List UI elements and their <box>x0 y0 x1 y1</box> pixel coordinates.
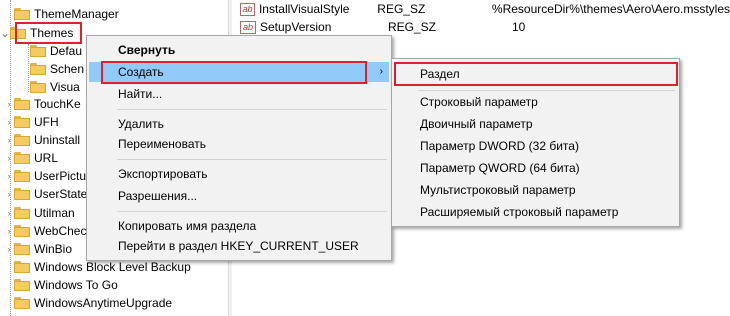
tree-node-label: UserState <box>34 187 88 201</box>
tree-node-utilman[interactable]: › Utilman <box>4 204 75 222</box>
tree-node-label: Defau <box>50 44 83 58</box>
menu-item-find[interactable]: Найти... <box>89 84 389 104</box>
folder-icon <box>14 279 30 291</box>
chevron-down-icon[interactable]: ⌄ <box>0 26 10 40</box>
tree-guide-line <box>28 44 29 92</box>
tree-node-webcheck[interactable]: › WebChec <box>4 222 87 240</box>
folder-icon <box>14 261 30 273</box>
tree-node-label: Uninstall <box>34 133 81 147</box>
chevron-right-icon[interactable]: › <box>4 189 14 199</box>
chevron-right-icon[interactable]: › <box>4 244 14 254</box>
menu-item-delete[interactable]: Удалить <box>89 114 389 134</box>
folder-icon <box>14 8 30 20</box>
string-value-icon: ab <box>240 2 255 16</box>
tree-node-winbio[interactable]: › WinBio <box>4 240 73 258</box>
tree-node-label: Schen <box>50 62 85 76</box>
chevron-right-icon[interactable]: › <box>4 135 14 145</box>
create-highlight-box <box>101 61 367 84</box>
folder-icon <box>14 98 30 110</box>
tree-node-thememanager[interactable]: ThemeManager <box>4 5 119 23</box>
tree-node-label: WinBio <box>34 242 73 256</box>
value-data: %ResourceDir%\themes\Aero\Aero.msstyles <box>491 2 730 16</box>
tree-node-label: Windows To Go <box>34 278 118 292</box>
value-row[interactable]: ab SetupVersion REG_SZ 10 <box>232 18 730 36</box>
menu-separator <box>117 109 387 110</box>
menu-item-goto-hkcu[interactable]: Перейти в раздел HKEY_CURRENT_USER <box>89 236 389 256</box>
chevron-right-icon[interactable]: › <box>4 117 14 127</box>
chevron-right-icon: › <box>379 66 383 77</box>
menu-item-copy-key-name[interactable]: Копировать имя раздела <box>89 216 389 236</box>
tree-node-label: UFH <box>34 115 59 129</box>
menu-item-permissions[interactable]: Разрешения... <box>89 186 389 206</box>
tree-node-label: URL <box>34 151 59 165</box>
tree-node-label: WebChec <box>34 224 87 238</box>
folder-icon <box>14 152 30 164</box>
tree-node-windowsanytimeupgrade[interactable]: WindowsAnytimeUpgrade <box>4 294 172 312</box>
folder-icon <box>14 188 30 200</box>
submenu-item-binary[interactable]: Двоичный параметр <box>394 114 677 134</box>
tree-node-touchkeyboard[interactable]: › TouchKe <box>4 95 81 113</box>
context-menu: Свернуть Создать › Найти... Удалить Пере… <box>86 35 392 261</box>
tree-node-default[interactable]: Defau <box>30 42 82 60</box>
tree-node-ufh[interactable]: › UFH <box>4 113 59 131</box>
tree-node-schemes[interactable]: Schen <box>30 60 84 78</box>
value-name: SetupVersion <box>260 20 332 34</box>
tree-node-visual[interactable]: Visua <box>30 78 80 96</box>
tree-node-url[interactable]: › URL <box>4 149 59 167</box>
string-value-icon: ab <box>240 20 256 34</box>
folder-icon <box>14 134 30 146</box>
tree-node-userpicture[interactable]: › UserPictu <box>4 167 87 185</box>
key-highlight-box <box>394 62 678 86</box>
folder-icon <box>30 45 46 57</box>
tree-node-label: UserPictu <box>34 169 87 183</box>
submenu-item-dword[interactable]: Параметр DWORD (32 бита) <box>394 136 677 156</box>
create-submenu: Раздел Строковый параметр Двоичный парам… <box>391 58 680 227</box>
menu-separator <box>117 159 387 160</box>
tree-node-uninstall[interactable]: › Uninstall <box>4 131 81 149</box>
folder-icon <box>14 225 30 237</box>
chevron-right-icon[interactable]: › <box>4 208 14 218</box>
folder-icon <box>14 207 30 219</box>
tree-node-label: Visua <box>50 80 80 94</box>
submenu-item-qword[interactable]: Параметр QWORD (64 бита) <box>394 158 677 178</box>
submenu-item-multi-string[interactable]: Мультистроковый параметр <box>394 180 677 200</box>
value-type: REG_SZ <box>388 20 437 34</box>
menu-item-collapse[interactable]: Свернуть <box>89 40 389 60</box>
value-type: REG_SZ <box>377 2 426 16</box>
tree-node-label: TouchKe <box>34 97 81 111</box>
tree-node-label: WindowsAnytimeUpgrade <box>34 296 173 310</box>
chevron-right-icon[interactable]: › <box>4 226 14 236</box>
menu-item-rename[interactable]: Переименовать <box>89 134 389 154</box>
chevron-right-icon[interactable]: › <box>4 153 14 163</box>
value-row[interactable]: ab InstallVisualStyle REG_SZ %ResourceDi… <box>232 0 730 18</box>
folder-icon <box>14 116 30 128</box>
folder-icon <box>30 63 46 75</box>
tree-node-windows-to-go[interactable]: Windows To Go <box>4 276 118 294</box>
menu-item-export[interactable]: Экспортировать <box>89 164 389 184</box>
tree-node-label: Utilman <box>34 206 75 220</box>
menu-separator <box>418 90 675 91</box>
folder-icon <box>14 297 30 309</box>
folder-icon <box>14 170 30 182</box>
menu-separator <box>117 211 387 212</box>
chevron-right-icon[interactable]: › <box>4 171 14 181</box>
folder-icon <box>30 81 46 93</box>
submenu-item-expandable-string[interactable]: Расширяемый строковый параметр <box>394 202 677 222</box>
submenu-item-string[interactable]: Строковый параметр <box>394 92 677 112</box>
chevron-right-icon[interactable]: › <box>4 99 14 109</box>
value-data: 10 <box>512 20 526 34</box>
folder-icon <box>14 243 30 255</box>
themes-highlight-box <box>15 22 82 44</box>
tree-node-label: Windows Block Level Backup <box>34 260 191 274</box>
tree-node-label: ThemeManager <box>34 7 119 21</box>
tree-node-userstate[interactable]: › UserState <box>4 185 88 203</box>
value-name: InstallVisualStyle <box>258 2 350 16</box>
